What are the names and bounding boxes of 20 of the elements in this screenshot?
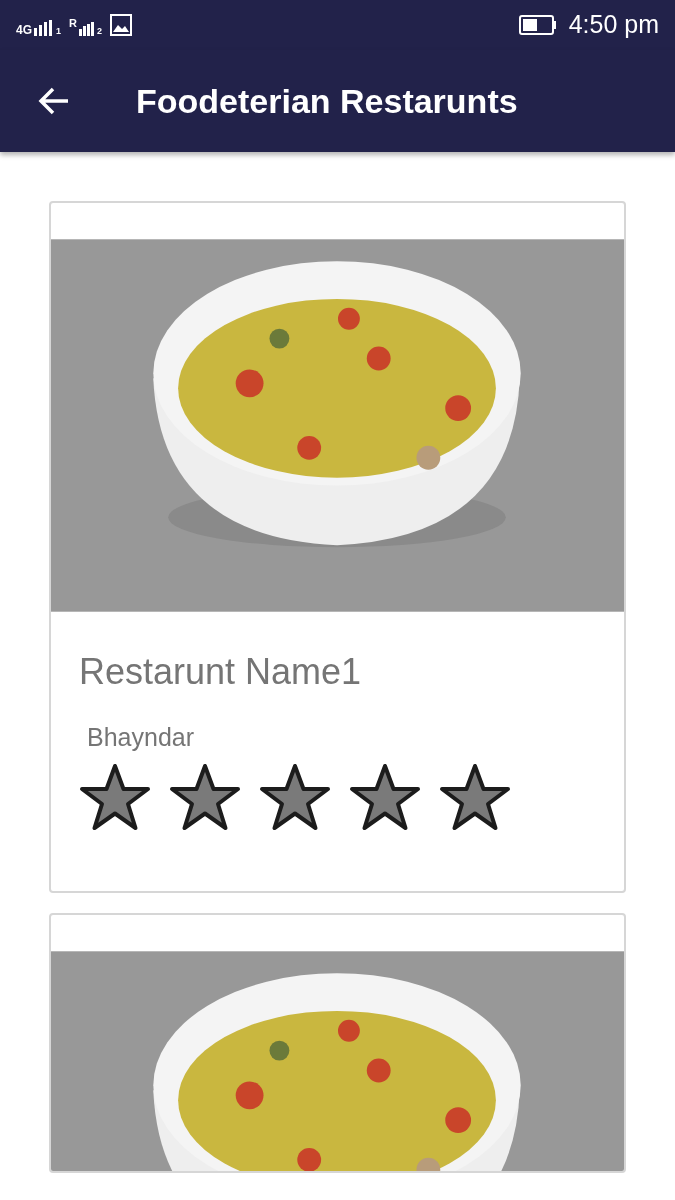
sim-label: 2: [97, 27, 102, 36]
network-label: 4G: [16, 24, 32, 36]
restaurant-card[interactable]: [49, 913, 626, 1174]
image-icon: [110, 14, 132, 36]
app-title: Foodeterian Restarunts: [136, 80, 518, 122]
restaurant-name: Restarunt Name1: [79, 650, 363, 694]
filled-star-icon[interactable]: [169, 763, 241, 832]
roaming-label: R: [69, 18, 77, 29]
signal-icon: [79, 22, 95, 36]
back-arrow-icon: [38, 87, 70, 115]
filled-star-icon[interactable]: [79, 763, 151, 832]
filled-star-icon[interactable]: [349, 763, 421, 832]
restaurant-location: Bhayndar: [87, 722, 196, 753]
restaurant-card[interactable]: Restarunt Name1 Bhayndar: [49, 201, 626, 894]
clock-time: 4:50 pm: [568, 9, 659, 41]
filled-star-icon[interactable]: [259, 763, 331, 832]
sim-label: 1: [56, 27, 62, 36]
filled-star-icon[interactable]: [439, 763, 511, 832]
signal-icon: [34, 20, 54, 36]
battery-icon: [518, 15, 557, 35]
